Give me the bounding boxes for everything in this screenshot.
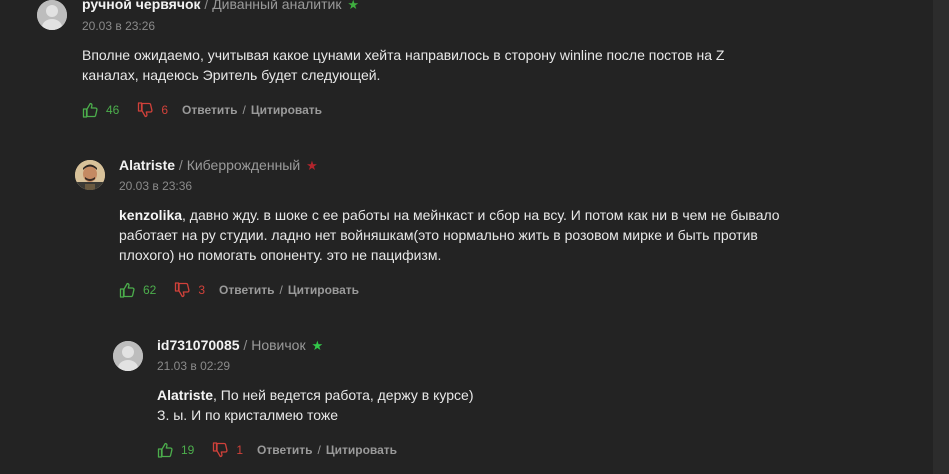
thumbs-up-icon[interactable] bbox=[119, 282, 135, 298]
comment-text: Alatriste, По ней ведется работа, держу … bbox=[157, 385, 473, 425]
comment-text-line: kenzolika, давно жду. в шоке с ее работы… bbox=[119, 205, 780, 225]
avatar[interactable] bbox=[113, 341, 143, 371]
mention-link[interactable]: kenzolika bbox=[119, 207, 182, 223]
comment-text: Вполне ожидаемо, учитывая какое цунами х… bbox=[82, 45, 724, 85]
dislike-count: 1 bbox=[236, 443, 244, 457]
comment-header: ручной червячок / Диванный аналитик ★ bbox=[82, 0, 359, 13]
comment-text-line: З. ы. И по кристалмею тоже bbox=[157, 407, 339, 423]
separator: / bbox=[204, 0, 209, 12]
comment-actions: 46 6 Ответить / Цитировать bbox=[82, 100, 322, 120]
comment-text-line: Вполне ожидаемо, учитывая какое цунами х… bbox=[82, 47, 725, 63]
like-count: 46 bbox=[106, 103, 120, 117]
avatar[interactable] bbox=[75, 160, 105, 190]
star-icon: ★ bbox=[306, 158, 318, 173]
dislike-count: 3 bbox=[198, 283, 206, 297]
reply-link[interactable]: Ответить bbox=[182, 103, 237, 117]
thumbs-down-icon[interactable] bbox=[212, 442, 228, 458]
comment-text-line: плохого) но помогать опоненту. это не па… bbox=[119, 247, 442, 263]
star-icon: ★ bbox=[311, 338, 324, 353]
quote-link[interactable]: Цитировать bbox=[326, 443, 397, 457]
like-count: 62 bbox=[143, 283, 157, 297]
action-separator: / bbox=[242, 103, 246, 117]
star-icon: ★ bbox=[347, 0, 360, 12]
comment-text: kenzolika, давно жду. в шоке с ее работы… bbox=[119, 205, 780, 265]
user-rank: Диванный аналитик bbox=[212, 0, 342, 12]
dislike-count: 6 bbox=[161, 103, 169, 117]
action-separator: / bbox=[279, 283, 283, 297]
default-avatar-icon bbox=[37, 0, 67, 30]
thumbs-up-icon[interactable] bbox=[157, 442, 173, 458]
quote-link[interactable]: Цитировать bbox=[288, 283, 359, 297]
author-name[interactable]: ручной червячок bbox=[82, 0, 201, 12]
user-rank: Киберрожденный bbox=[186, 157, 301, 173]
comment-text-line: Alatriste, По ней ведется работа, держу … bbox=[157, 385, 473, 405]
reply-link[interactable]: Ответить bbox=[219, 283, 274, 297]
comment-header: id731070085 / Новичок ★ bbox=[157, 337, 323, 354]
quote-link[interactable]: Цитировать bbox=[251, 103, 322, 117]
reply-link[interactable]: Ответить bbox=[257, 443, 312, 457]
separator: / bbox=[178, 157, 183, 173]
comment-text-line: каналах, надеюсь Эритель будет следующей… bbox=[82, 67, 381, 83]
separator: / bbox=[243, 337, 248, 353]
comment-date: 20.03 в 23:36 bbox=[119, 179, 193, 193]
thumbs-down-icon[interactable] bbox=[137, 102, 153, 118]
comment-date: 21.03 в 02:29 bbox=[157, 359, 231, 373]
comment-actions: 19 1 Ответить / Цитировать bbox=[157, 440, 397, 460]
author-name[interactable]: Alatriste bbox=[119, 157, 175, 173]
default-avatar-icon bbox=[113, 341, 143, 371]
comment-text-fragment: , По ней ведется работа, держу в курсе) bbox=[213, 387, 474, 403]
mention-link[interactable]: Alatriste bbox=[157, 387, 213, 403]
user-photo-icon bbox=[75, 160, 105, 190]
avatar[interactable] bbox=[37, 0, 67, 30]
comment-date: 20.03 в 23:26 bbox=[82, 19, 156, 33]
comment-text-fragment: , давно жду. в шоке с ее работы на мейнк… bbox=[182, 207, 780, 223]
comment-text-line: работает на ру студии. ладно нет войняшк… bbox=[119, 227, 758, 243]
user-rank: Новичок bbox=[251, 337, 306, 353]
action-separator: / bbox=[317, 443, 321, 457]
thumbs-down-icon[interactable] bbox=[174, 282, 190, 298]
comment-header: Alatriste / Киберрожденный ★ bbox=[119, 157, 318, 174]
like-count: 19 bbox=[181, 443, 195, 457]
thumbs-up-icon[interactable] bbox=[82, 102, 98, 118]
author-name[interactable]: id731070085 bbox=[157, 337, 240, 353]
scrollbar-track[interactable] bbox=[933, 0, 949, 474]
comment-actions: 62 3 Ответить / Цитировать bbox=[119, 280, 359, 300]
